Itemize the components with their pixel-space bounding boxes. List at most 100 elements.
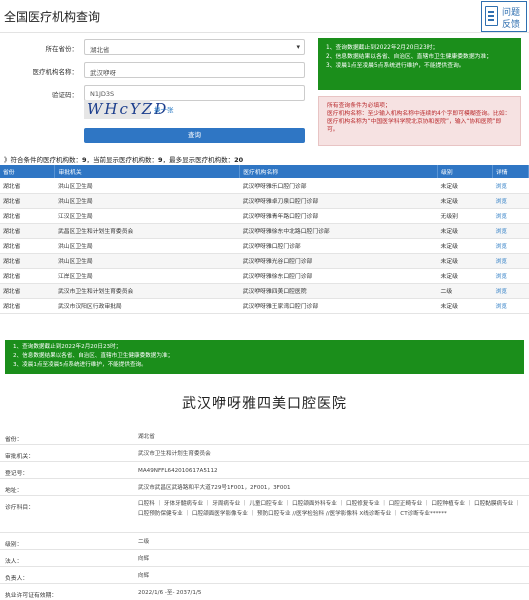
cell-province: 湖北省	[0, 193, 55, 209]
notice-line: 1、查询数据截止到2022年2月20日23时；	[13, 344, 122, 350]
detail-key: 执业许可证有效期：	[5, 593, 58, 599]
notice-tips: 所有查询条件为必填项； 医疗机构名称：至少输入机构名称中连续的4个字即可模糊查询…	[318, 96, 521, 146]
detail-value: 二级	[138, 539, 150, 545]
table-row: 湖北省 武汉市汉阳区行政审批局 武汉咿呀雅王家湾口腔门诊部 未定级 浏览	[0, 298, 529, 314]
cell-detail-link[interactable]: 浏览	[492, 223, 529, 239]
cell-level: 未定级	[437, 253, 493, 269]
tips-line: 所有查询条件为必填项；	[327, 103, 391, 109]
cell-province: 湖北省	[0, 253, 55, 269]
table-row: 湖北省 洪山区卫生局 武汉咿呀雅光谷口腔门诊部 未定级 浏览	[0, 253, 529, 269]
cell-level: 未定级	[437, 238, 493, 254]
cell-institution: 武汉咿呀雅光谷口腔门诊部	[239, 253, 438, 269]
detail-value: 口腔科 ｜ 牙体牙髓病专业 ｜ 牙周病专业 ｜ 儿童口腔专业 ｜ 口腔颌面外科专…	[138, 501, 521, 517]
col-detail: 详情	[492, 165, 529, 178]
feedback-button[interactable]: 问题 反馈	[481, 1, 527, 32]
refresh-captcha-link[interactable]: 换一张	[154, 104, 174, 114]
cell-level: 无级别	[437, 208, 493, 224]
cell-institution: 武汉咿呀雅卓刀泉口腔门诊部	[239, 193, 438, 209]
cell-detail-link[interactable]: 浏览	[492, 253, 529, 269]
cell-authority: 洪山区卫生局	[54, 193, 240, 209]
cell-level: 未定级	[437, 178, 493, 194]
notice-bottom: 1、查询数据截止到2022年2月20日23时； 2、信息数据结果以各省、自治区、…	[5, 340, 524, 374]
cell-institution: 武汉咿呀雅口腔门诊部	[239, 238, 438, 254]
stats-shown-label: ，当前显示医疗机构数：	[86, 156, 159, 164]
cell-authority: 洪山区卫生局	[54, 178, 240, 194]
detail-row: 省份： 湖北省	[0, 428, 529, 445]
detail-row: 执业许可证有效期： 2022/1/6 -至- 2037/1/5	[0, 584, 529, 600]
detail-key: 登记号：	[5, 471, 29, 477]
table-row: 湖北省 江汉区卫生局 武汉咿呀雅青年路口腔门诊部 无级别 浏览	[0, 208, 529, 224]
cell-level: 未定级	[437, 193, 493, 209]
name-row: 医疗机构名称： 武汉咿呀	[0, 62, 310, 78]
cell-detail-link[interactable]: 浏览	[492, 193, 529, 209]
code-label: 验证码：	[52, 91, 78, 99]
feedback-label-line2: 反馈	[502, 20, 521, 30]
table-row: 湖北省 武昌区卫生和计划生育委员会 武汉咿呀雅徐东中北路口腔门诊部 未定级 浏览	[0, 223, 529, 239]
notice-top: 1、查询数据截止到2022年2月20日23时； 2、信息数据结果以各省、自治区、…	[318, 38, 521, 90]
detail-row: 法人： 向辉	[0, 550, 529, 567]
detail-value: 武汉市卫生和计划生育委员会	[138, 451, 211, 457]
cell-detail-link[interactable]: 浏览	[492, 238, 529, 254]
table-row: 湖北省 洪山区卫生局 武汉咿呀雅卓刀泉口腔门诊部 未定级 浏览	[0, 193, 529, 209]
notice-line: 3、凌晨1点至凌晨5点系统进行维护，不能提供查询。	[326, 63, 465, 69]
captcha-image[interactable]: WHcYZD	[84, 100, 166, 119]
cell-authority: 洪山区卫生局	[54, 238, 240, 254]
cell-institution: 武汉咿呀雅四美口腔医院	[239, 283, 438, 299]
page-title: 全国医疗机构查询	[4, 10, 101, 24]
cell-institution: 武汉咿呀雅王家湾口腔门诊部	[239, 298, 438, 314]
table-header-row: 省份 审批机关 医疗机构名称 级别 详情	[0, 165, 529, 178]
cell-institution: 武汉咿呀雅徐东口腔门诊部	[239, 268, 438, 284]
detail-row: 诊疗科目： 口腔科 ｜ 牙体牙髓病专业 ｜ 牙周病专业 ｜ 儿童口腔专业 ｜ 口腔…	[0, 496, 529, 533]
stats-prefix: 》符合条件的医疗机构数：	[4, 156, 82, 164]
region-select[interactable]: 湖北省	[84, 39, 305, 55]
notice-line: 1、查询数据截止到2022年2月20日23时；	[326, 45, 439, 51]
table-row: 湖北省 江岸区卫生局 武汉咿呀雅徐东口腔门诊部 未定级 浏览	[0, 268, 529, 284]
table-row: 湖北省 洪山区卫生局 武汉咿呀雅口腔门诊部 未定级 浏览	[0, 238, 529, 254]
cell-detail-link[interactable]: 浏览	[492, 298, 529, 314]
tips-line: 医疗机构名称：至少输入机构名称中连续的4个字即可模糊查询。比如：医疗机构名称为“…	[327, 111, 511, 133]
notice-line: 2、信息数据结果以各省、自治区、直辖市卫生健康委数据为准；	[13, 353, 174, 359]
cell-authority: 江汉区卫生局	[54, 208, 240, 224]
notice-line: 3、凌晨1点至凌晨5点系统进行维护，不能提供查询。	[13, 362, 147, 368]
detail-key: 级别：	[5, 542, 23, 548]
detail-row: 审批机关： 武汉市卫生和计划生育委员会	[0, 445, 529, 462]
cell-authority: 洪山区卫生局	[54, 253, 240, 269]
col-institution: 医疗机构名称	[239, 165, 439, 178]
notice-line: 2、信息数据结果以各省、自治区、直辖市卫生健康委数据为准；	[326, 54, 493, 60]
cell-institution: 武汉咿呀雅徐东中北路口腔门诊部	[239, 223, 438, 239]
captcha-input[interactable]: N1JD3S	[84, 85, 305, 101]
region-row: 所在省份： 湖北省	[0, 39, 310, 55]
detail-row: 登记号： MA49NFFL642010617A5112	[0, 462, 529, 479]
detail-value: 武汉市武昌区武珞路和平大道729号1F001，2F001，3F001	[138, 485, 291, 491]
cell-detail-link[interactable]: 浏览	[492, 208, 529, 224]
detail-value: 湖北省	[138, 434, 155, 440]
cell-province: 湖北省	[0, 178, 55, 194]
top-bar: 全国医疗机构查询 问题 反馈	[0, 0, 529, 33]
cell-authority: 武汉市卫生和计划生育委员会	[54, 283, 240, 299]
detail-key: 省份：	[5, 437, 23, 443]
detail-value: 2022/1/6 -至- 2037/1/5	[138, 590, 202, 596]
detail-key: 负责人：	[5, 576, 29, 582]
result-stats: 》符合条件的医疗机构数：9，当前显示医疗机构数：9，最多显示医疗机构数：20	[4, 154, 243, 164]
col-level: 级别	[437, 165, 493, 178]
detail-row: 负责人： 向辉	[0, 567, 529, 584]
feedback-icon	[485, 6, 498, 26]
cell-institution: 武汉咿呀雅青年路口腔门诊部	[239, 208, 438, 224]
code-row: 验证码： N1JD3S	[0, 85, 310, 101]
stats-max-label: ，最多显示医疗机构数：	[162, 156, 235, 164]
cell-detail-link[interactable]: 浏览	[492, 268, 529, 284]
stats-max: 20	[234, 156, 244, 164]
query-button[interactable]: 查询	[84, 128, 305, 143]
institution-name-input[interactable]: 武汉咿呀	[84, 62, 305, 78]
cell-detail-link[interactable]: 浏览	[492, 283, 529, 299]
cell-province: 湖北省	[0, 223, 55, 239]
col-province: 省份	[0, 165, 56, 178]
detail-key: 法人：	[5, 559, 23, 565]
cell-level: 未定级	[437, 298, 493, 314]
region-label: 所在省份：	[45, 45, 79, 53]
cell-province: 湖北省	[0, 208, 55, 224]
results-table: 省份 审批机关 医疗机构名称 级别 详情 湖北省 洪山区卫生局 武汉咿呀雅乐口腔门诊…	[0, 165, 529, 314]
cell-detail-link[interactable]: 浏览	[492, 178, 529, 194]
table-row: 湖北省 洪山区卫生局 武汉咿呀雅乐口腔门诊部 未定级 浏览	[0, 178, 529, 194]
cell-authority: 武昌区卫生和计划生育委员会	[54, 223, 240, 239]
